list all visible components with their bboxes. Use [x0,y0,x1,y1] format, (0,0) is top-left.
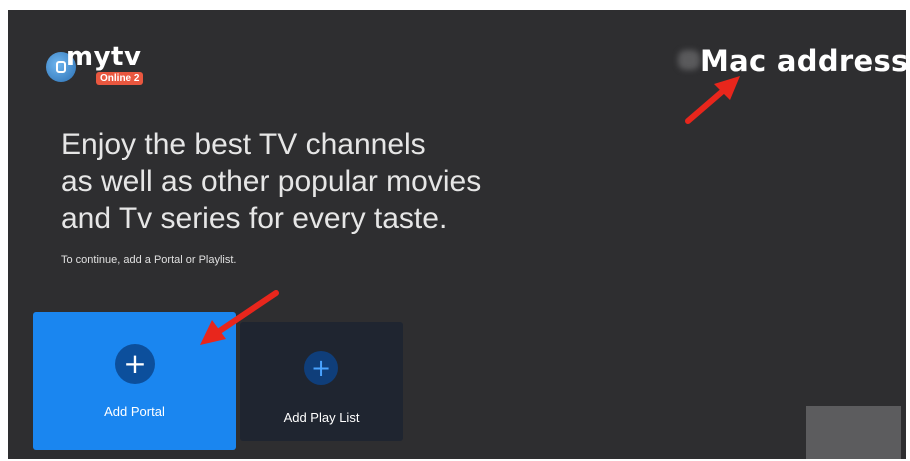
headline-line: and Tv series for every taste. [61,202,448,235]
add-playlist-label: Add Play List [283,410,360,425]
headline-line: Enjoy the best TV channels [61,128,426,161]
corner-panel [806,406,901,459]
app-logo: mytv Online 2 [46,42,156,90]
instruction-text: To continue, add a Portal or Playlist. [61,254,237,266]
logo-badge: Online 2 [96,72,144,85]
plus-icon: + [304,351,338,385]
app-screen: mytv Online 2 Mac address Enjoy the best… [8,10,906,459]
add-portal-button[interactable]: + Add Portal [33,312,236,450]
welcome-headline: Enjoy the best TV channels as well as ot… [61,126,661,237]
headline-line: as well as other popular movies [61,165,482,198]
plus-icon: + [115,344,155,384]
mac-address-label: Mac address [700,44,906,78]
mac-value-redacted [678,50,700,70]
logo-text: mytv [66,42,142,72]
add-portal-label: Add Portal [104,404,165,419]
add-playlist-button[interactable]: + Add Play List [240,322,403,441]
